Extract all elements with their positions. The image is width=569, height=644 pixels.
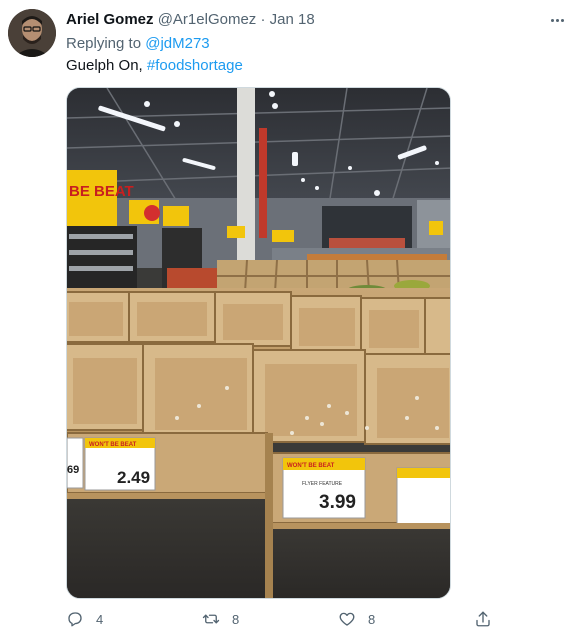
retweet-icon bbox=[202, 614, 220, 624]
retweet-button[interactable]: 8 bbox=[202, 610, 239, 628]
price-tag-right-header: WON'T BE BEAT bbox=[287, 463, 335, 469]
tweet-text: Guelph On, #foodshortage bbox=[66, 57, 243, 74]
tweet-card[interactable]: Ariel Gomez @Ar1elGomez · Jan 18 Replyin… bbox=[0, 0, 569, 644]
price-left-partial-text: 69 bbox=[67, 464, 79, 476]
hashtag-link[interactable]: #foodshortage bbox=[147, 57, 243, 74]
replying-mention-link[interactable]: @jdM273 bbox=[145, 35, 209, 52]
reply-icon bbox=[68, 612, 82, 627]
author-name[interactable]: Ariel Gomez bbox=[66, 11, 154, 28]
like-button[interactable]: 8 bbox=[338, 610, 375, 628]
more-horizontal-icon[interactable] bbox=[551, 12, 569, 28]
header-separator: · bbox=[260, 11, 266, 28]
tweet-actions-bar: 4 8 8 bbox=[66, 610, 496, 630]
reply-button[interactable]: 4 bbox=[66, 610, 103, 628]
like-count: 8 bbox=[368, 611, 376, 627]
avatar[interactable] bbox=[8, 9, 56, 57]
price-tag-right-sub: FLYER FEATURE bbox=[302, 481, 343, 487]
price-tag-left-header: WON'T BE BEAT bbox=[89, 442, 137, 448]
grocery-store-photo: BE BEAT WON'T BE BEAT 2.49 69 WON'T BE B… bbox=[67, 88, 450, 598]
replying-to-line: Replying to @jdM273 bbox=[66, 35, 210, 52]
retweet-count: 8 bbox=[232, 611, 240, 627]
share-button[interactable] bbox=[474, 610, 492, 628]
author-handle[interactable]: @Ar1elGomez bbox=[158, 11, 257, 28]
price-left-text: 2.49 bbox=[117, 468, 150, 487]
tweet-text-plain: Guelph On, bbox=[66, 57, 147, 74]
price-right-text: 3.99 bbox=[319, 492, 356, 513]
tweet-header: Ariel Gomez @Ar1elGomez · Jan 18 bbox=[66, 11, 315, 29]
heart-icon bbox=[339, 612, 355, 626]
tweet-date[interactable]: Jan 18 bbox=[270, 11, 315, 28]
tweet-photo[interactable]: BE BEAT WON'T BE BEAT 2.49 69 WON'T BE B… bbox=[66, 87, 451, 599]
share-icon bbox=[476, 611, 490, 627]
store-sign-text: BE BEAT bbox=[69, 183, 134, 200]
replying-prefix: Replying to bbox=[66, 35, 142, 52]
reply-count: 4 bbox=[96, 611, 104, 627]
